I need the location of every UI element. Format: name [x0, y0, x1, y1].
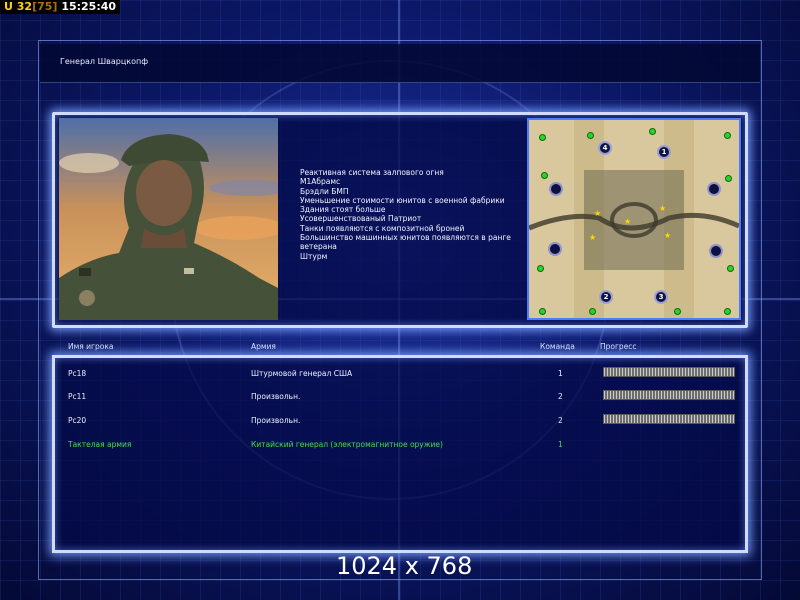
supply-dollar-icon	[727, 265, 734, 272]
units-label: U	[4, 0, 13, 13]
start-position-2[interactable]: 2	[599, 290, 613, 304]
player-team[interactable]: 1	[558, 440, 563, 449]
ability-item: Усовершенствованый Патриот	[300, 214, 422, 224]
supply-dollar-icon	[539, 134, 546, 141]
start-spot[interactable]	[707, 182, 721, 196]
resolution-overlay: 1024 x 768	[336, 552, 473, 580]
general-title: Генерал Шварцкопф	[60, 57, 149, 66]
load-progress-bar	[603, 390, 735, 400]
supply-dollar-icon	[649, 128, 656, 135]
player-army[interactable]: Штурмовой генерал США	[251, 369, 352, 378]
hud-bar: U 32[75] 15:25:40	[0, 0, 121, 14]
supply-dollar-icon	[674, 308, 681, 315]
ability-item: Уменьшение стоимости юнитов с военной фа…	[300, 195, 505, 205]
header-team: Команда	[540, 342, 575, 351]
start-spot[interactable]	[709, 244, 723, 258]
ability-item: Здания стоят больше	[300, 205, 386, 215]
supply-dollar-icon	[541, 172, 548, 179]
load-progress-bar	[603, 367, 735, 377]
supply-dollar-icon	[724, 132, 731, 139]
player-name: Pc18	[68, 369, 87, 378]
map-preview[interactable]: 4 1 2 3 ★ ★ ★ ★ ★	[527, 118, 741, 320]
general-portrait	[59, 118, 278, 320]
ability-item: Реактивная система залпового огня	[300, 168, 444, 177]
start-spot[interactable]	[549, 182, 563, 196]
player-team[interactable]: 1	[558, 369, 563, 378]
oil-derrick-icon: ★	[594, 209, 602, 218]
ability-item: M1Абрамс	[300, 177, 341, 187]
header-progress: Прогресс	[600, 342, 637, 351]
start-position-3[interactable]: 3	[654, 290, 668, 304]
unit-count: 32	[16, 0, 33, 13]
clock: 15:25:40	[61, 0, 117, 13]
header-player-name: Имя игрока	[68, 342, 114, 351]
ability-item: Танки появляются с композитной броней	[300, 223, 465, 233]
oil-derrick-icon: ★	[624, 217, 632, 226]
start-spot[interactable]	[548, 242, 562, 256]
ability-item: Большинство машинных юнитов появляются в…	[300, 233, 511, 252]
player-team[interactable]: 2	[558, 392, 563, 401]
player-army[interactable]: Китайский генерал (электромагнитное оруж…	[251, 440, 443, 449]
supply-dollar-icon	[589, 308, 596, 315]
oil-derrick-icon: ★	[664, 231, 672, 240]
ability-list: Реактивная система залпового огня M1Абра…	[300, 168, 520, 261]
supply-dollar-icon	[725, 175, 732, 182]
player-army[interactable]: Произвольн.	[251, 392, 300, 401]
player-army[interactable]: Произвольн.	[251, 416, 300, 425]
header-army: Армия	[251, 342, 276, 351]
load-progress-bar	[603, 414, 735, 424]
player-team[interactable]: 2	[558, 416, 563, 425]
supply-dollar-icon	[539, 308, 546, 315]
supply-dollar-icon	[587, 132, 594, 139]
player-name: Pc20	[68, 416, 87, 425]
start-position-1[interactable]: 1	[657, 145, 671, 159]
supply-dollar-icon	[537, 265, 544, 272]
unit-limit: [75]	[32, 0, 58, 13]
oil-derrick-icon: ★	[659, 204, 667, 213]
start-position-4[interactable]: 4	[598, 141, 612, 155]
ability-item: Штурм	[300, 251, 328, 261]
player-name: Pc11	[68, 392, 87, 401]
player-name: Тактелая армия	[68, 440, 132, 449]
supply-dollar-icon	[724, 308, 731, 315]
ability-item: Брэдли БМП	[300, 186, 349, 196]
players-panel	[52, 355, 748, 553]
oil-derrick-icon: ★	[589, 233, 597, 242]
